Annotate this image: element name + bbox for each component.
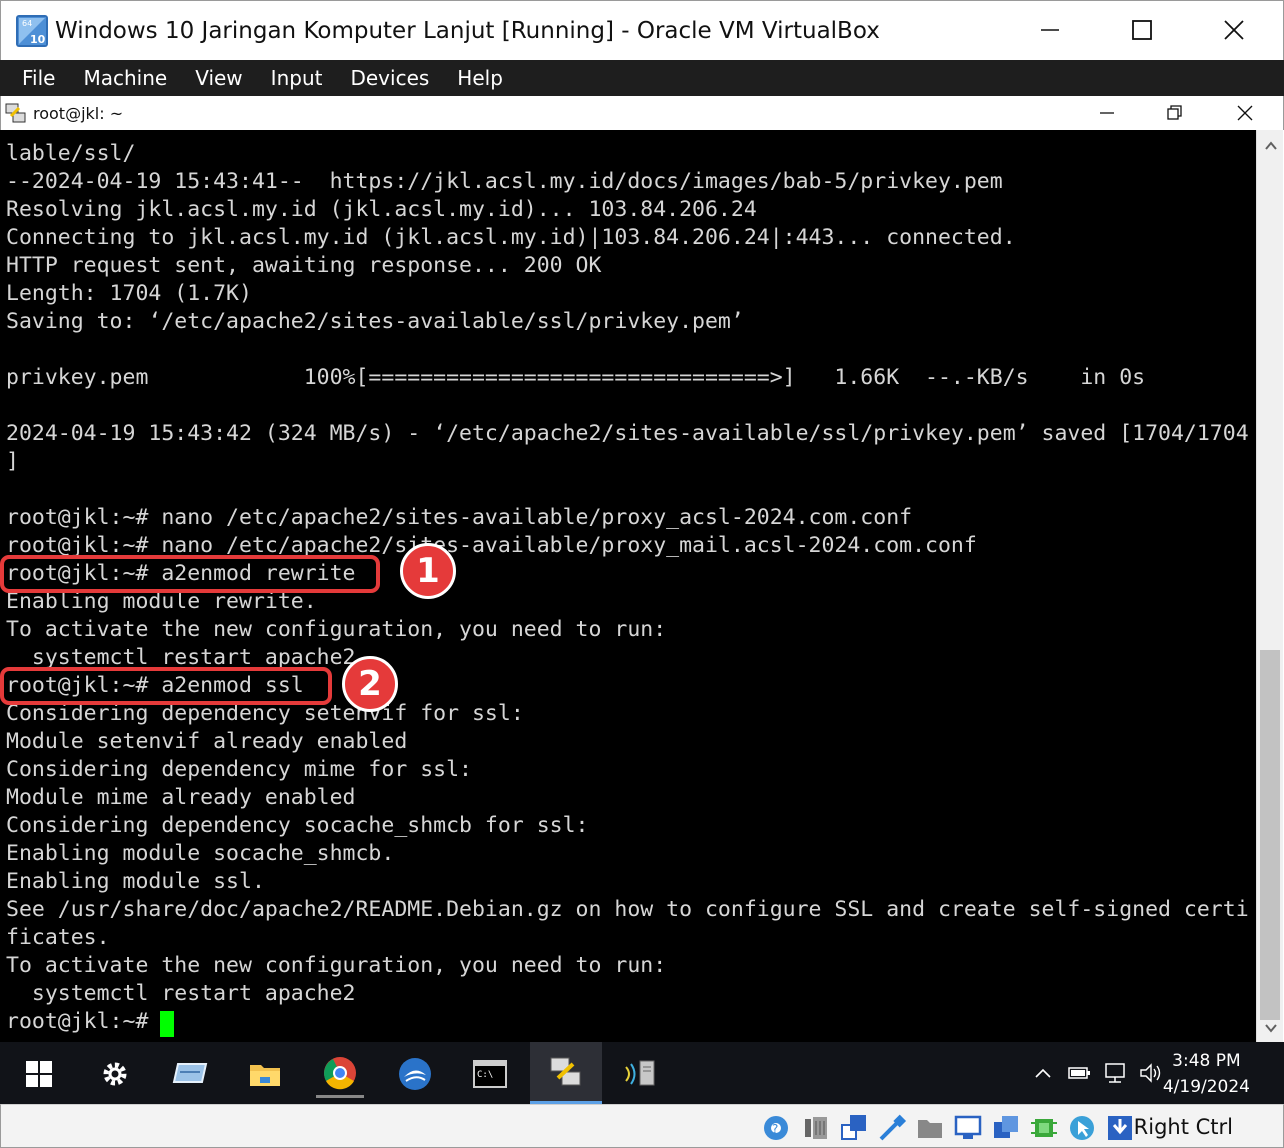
cpu-virtualization-icon[interactable] <box>1029 1113 1059 1143</box>
highlight-a2enmod-ssl <box>0 667 332 705</box>
host-key-label: Right Ctrl <box>1133 1115 1233 1139</box>
putty-icon <box>5 102 27 124</box>
minimize-button[interactable] <box>1004 0 1096 60</box>
putty-taskbar-icon[interactable] <box>530 1042 602 1104</box>
network-wizard-icon[interactable] <box>616 1050 664 1098</box>
terminal-line: To activate the new configuration, you n… <box>6 953 667 978</box>
step-badge-1: 1 <box>400 543 456 599</box>
terminal-cursor <box>160 1011 174 1037</box>
terminal-line: ficates. <box>6 925 110 950</box>
terminal-line: Considering dependency mime for ssl: <box>6 757 472 782</box>
svg-text:C:\: C:\ <box>477 1070 493 1080</box>
menu-file[interactable]: File <box>0 60 69 96</box>
video-capture-icon[interactable] <box>991 1113 1021 1143</box>
shared-folder-icon[interactable] <box>915 1113 945 1143</box>
network-drive-icon[interactable] <box>166 1050 214 1098</box>
display-icon[interactable] <box>953 1113 983 1143</box>
svg-text:?: ? <box>772 1122 778 1136</box>
virtualbox-vm-icon: 64 10 <box>15 14 49 48</box>
scroll-down-icon[interactable] <box>1263 1020 1279 1036</box>
show-hidden-icons-chevron-up-icon[interactable] <box>1030 1060 1056 1086</box>
terminal-line: privkey.pem 100%[=======================… <box>6 365 1146 390</box>
menu-help[interactable]: Help <box>443 60 517 96</box>
restore-icon <box>1167 105 1182 120</box>
minimize-icon <box>1041 29 1059 31</box>
putty-close-button[interactable] <box>1210 96 1280 130</box>
chrome-icon[interactable] <box>316 1050 364 1098</box>
terminal-line: Resolving jkl.acsl.my.id (jkl.acsl.my.id… <box>6 197 757 222</box>
hard-disk-icon[interactable]: ? <box>761 1113 791 1143</box>
terminal-line: Connecting to jkl.acsl.my.id (jkl.acsl.m… <box>6 225 1016 250</box>
bird-app-icon[interactable] <box>391 1050 439 1098</box>
menu-machine[interactable]: Machine <box>69 60 181 96</box>
terminal-line: ] <box>6 449 19 474</box>
minimize-icon <box>1100 112 1114 114</box>
vm-icon-badge-top: 64 <box>22 19 32 28</box>
terminal-line: HTTP request sent, awaiting response... … <box>6 253 602 278</box>
close-button[interactable] <box>1188 0 1280 60</box>
network-adapter-icon[interactable] <box>839 1113 869 1143</box>
vm-icon-badge-bottom: 10 <box>30 33 46 46</box>
terminal-line: See /usr/share/doc/apache2/README.Debian… <box>6 897 1249 922</box>
scroll-up-icon[interactable] <box>1263 138 1279 154</box>
audio-icon[interactable] <box>801 1113 831 1143</box>
terminal-line: lable/ssl/ <box>6 141 136 166</box>
window-title: Windows 10 Jaringan Komputer Lanjut [Run… <box>55 17 880 44</box>
clock-time: 3:48 PM <box>1172 1051 1241 1071</box>
maximize-button[interactable] <box>1096 0 1188 60</box>
terminal-line: Module mime already enabled <box>6 785 356 810</box>
file-explorer-icon[interactable] <box>241 1050 289 1098</box>
terminal-scrollbar[interactable] <box>1256 130 1283 1042</box>
windows-start-icon[interactable] <box>15 1050 63 1098</box>
volume-speaker-icon[interactable] <box>1138 1060 1164 1086</box>
mouse-integration-icon[interactable] <box>1067 1113 1097 1143</box>
taskbar-clock[interactable]: 3:48 PM 4/19/2024 <box>1163 1048 1250 1100</box>
vbox-menubar: File Machine View Input Devices Help <box>0 60 1284 96</box>
terminal-line: Length: 1704 (1.7K) <box>6 281 252 306</box>
putty-title: root@jkl: ~ <box>33 103 124 123</box>
network-status-icon[interactable] <box>1102 1060 1128 1086</box>
command-prompt-icon[interactable]: C:\ <box>466 1050 514 1098</box>
terminal-line: root@jkl:~# nano /etc/apache2/sites-avai… <box>6 505 913 530</box>
close-icon <box>1224 20 1244 40</box>
menu-input[interactable]: Input <box>257 60 337 96</box>
maximize-icon <box>1132 20 1152 40</box>
terminal-line: To activate the new configuration, you n… <box>6 617 667 642</box>
terminal-line: Considering dependency socache_shmcb for… <box>6 813 589 838</box>
vbox-statusbar: ? Right Ctrl <box>0 1104 1284 1148</box>
step-badge-2: 2 <box>342 656 398 712</box>
highlight-a2enmod-rewrite <box>0 555 380 593</box>
host-key-capture-icon[interactable] <box>1105 1113 1135 1143</box>
terminal-line: Enabling module socache_shmcb. <box>6 841 395 866</box>
close-icon <box>1237 105 1253 121</box>
terminal-line: root@jkl:~# <box>6 1009 162 1034</box>
battery-power-icon[interactable] <box>1066 1060 1092 1086</box>
putty-minimize-button[interactable] <box>1072 96 1142 130</box>
terminal-line: 2024-04-19 15:43:42 (324 MB/s) - ‘/etc/a… <box>6 421 1249 446</box>
settings-gear-icon[interactable] <box>91 1050 139 1098</box>
scroll-thumb[interactable] <box>1260 650 1280 1020</box>
menu-view[interactable]: View <box>181 60 256 96</box>
terminal-line: Module setenvif already enabled <box>6 729 408 754</box>
terminal-line: Saving to: ‘/etc/apache2/sites-available… <box>6 309 744 334</box>
terminal-line: Enabling module ssl. <box>6 869 265 894</box>
clock-date: 4/19/2024 <box>1162 1077 1250 1097</box>
terminal-line: --2024-04-19 15:43:41-- https://jkl.acsl… <box>6 169 1003 194</box>
usb-icon[interactable] <box>877 1113 907 1143</box>
putty-restore-button[interactable] <box>1140 96 1210 130</box>
menu-devices[interactable]: Devices <box>336 60 443 96</box>
terminal-line: systemctl restart apache2 <box>6 981 356 1006</box>
